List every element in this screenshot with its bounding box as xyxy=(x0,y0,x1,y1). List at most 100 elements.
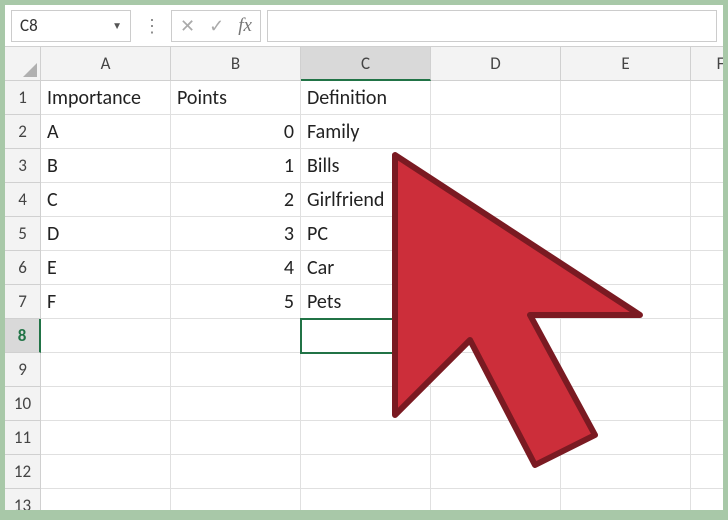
col-header-B[interactable]: B xyxy=(171,47,301,81)
row-header[interactable]: 13 xyxy=(5,489,41,510)
cell-C13[interactable] xyxy=(301,489,431,510)
cell-F5[interactable] xyxy=(691,217,723,251)
cell-E3[interactable] xyxy=(561,149,691,183)
cell-A1[interactable]: Importance xyxy=(41,81,171,115)
cell-F4[interactable] xyxy=(691,183,723,217)
cell-F9[interactable] xyxy=(691,353,723,387)
name-box[interactable]: C8 ▼ xyxy=(11,10,131,42)
row-header[interactable]: 9 xyxy=(5,353,41,387)
fx-icon[interactable]: fx xyxy=(238,15,252,37)
cell-E8[interactable] xyxy=(561,319,691,353)
cell-D4[interactable] xyxy=(431,183,561,217)
select-all-corner[interactable] xyxy=(5,47,41,81)
cell-D13[interactable] xyxy=(431,489,561,510)
cell-B8[interactable] xyxy=(171,319,301,353)
row-header[interactable]: 10 xyxy=(5,387,41,421)
cell-E2[interactable] xyxy=(561,115,691,149)
cell-E4[interactable] xyxy=(561,183,691,217)
cell-D11[interactable] xyxy=(431,421,561,455)
row-header[interactable]: 8 xyxy=(5,319,41,353)
cell-F2[interactable] xyxy=(691,115,723,149)
cell-B7[interactable]: 5 xyxy=(171,285,301,319)
cell-B5[interactable]: 3 xyxy=(171,217,301,251)
cell-F3[interactable] xyxy=(691,149,723,183)
col-header-D[interactable]: D xyxy=(431,47,561,81)
cell-D8[interactable] xyxy=(431,319,561,353)
cell-C9[interactable] xyxy=(301,353,431,387)
cell-F6[interactable] xyxy=(691,251,723,285)
cell-D9[interactable] xyxy=(431,353,561,387)
cell-D3[interactable] xyxy=(431,149,561,183)
cell-E9[interactable] xyxy=(561,353,691,387)
cell-C7[interactable]: Pets xyxy=(301,285,431,319)
row-header[interactable]: 3 xyxy=(5,149,41,183)
col-header-A[interactable]: A xyxy=(41,47,171,81)
cell-F10[interactable] xyxy=(691,387,723,421)
formula-input[interactable] xyxy=(267,10,717,42)
cell-D2[interactable] xyxy=(431,115,561,149)
cell-F1[interactable] xyxy=(691,81,723,115)
cell-C1[interactable]: Definition xyxy=(301,81,431,115)
cell-D10[interactable] xyxy=(431,387,561,421)
row-header[interactable]: 4 xyxy=(5,183,41,217)
cell-E13[interactable] xyxy=(561,489,691,510)
cell-C12[interactable] xyxy=(301,455,431,489)
row-header[interactable]: 1 xyxy=(5,81,41,115)
cell-B13[interactable] xyxy=(171,489,301,510)
cell-F12[interactable] xyxy=(691,455,723,489)
cell-A13[interactable] xyxy=(41,489,171,510)
cell-F13[interactable] xyxy=(691,489,723,510)
cell-B4[interactable]: 2 xyxy=(171,183,301,217)
row-header[interactable]: 7 xyxy=(5,285,41,319)
cell-C4[interactable]: Girlfriend xyxy=(301,183,431,217)
cell-D6[interactable] xyxy=(431,251,561,285)
cancel-icon[interactable]: ✕ xyxy=(180,15,195,37)
row-header[interactable]: 12 xyxy=(5,455,41,489)
row-header[interactable]: 11 xyxy=(5,421,41,455)
cell-B1[interactable]: Points xyxy=(171,81,301,115)
cell-A10[interactable] xyxy=(41,387,171,421)
cell-B3[interactable]: 1 xyxy=(171,149,301,183)
cell-A2[interactable]: A xyxy=(41,115,171,149)
cell-A9[interactable] xyxy=(41,353,171,387)
cell-D5[interactable] xyxy=(431,217,561,251)
cell-B6[interactable]: 4 xyxy=(171,251,301,285)
cell-B12[interactable] xyxy=(171,455,301,489)
cell-B9[interactable] xyxy=(171,353,301,387)
cell-C6[interactable]: Car xyxy=(301,251,431,285)
cell-A3[interactable]: B xyxy=(41,149,171,183)
cell-A8[interactable] xyxy=(41,319,171,353)
cell-F8[interactable] xyxy=(691,319,723,353)
cell-E6[interactable] xyxy=(561,251,691,285)
col-header-C[interactable]: C xyxy=(301,47,431,81)
col-header-F[interactable]: F xyxy=(691,47,723,81)
cell-D12[interactable] xyxy=(431,455,561,489)
cell-B10[interactable] xyxy=(171,387,301,421)
cell-C2[interactable]: Family xyxy=(301,115,431,149)
cell-E1[interactable] xyxy=(561,81,691,115)
cell-D7[interactable] xyxy=(431,285,561,319)
cell-B11[interactable] xyxy=(171,421,301,455)
cell-E12[interactable] xyxy=(561,455,691,489)
row-header[interactable]: 6 xyxy=(5,251,41,285)
cell-C11[interactable] xyxy=(301,421,431,455)
cell-E11[interactable] xyxy=(561,421,691,455)
cell-B2[interactable]: 0 xyxy=(171,115,301,149)
row-header[interactable]: 5 xyxy=(5,217,41,251)
cell-F11[interactable] xyxy=(691,421,723,455)
cell-A12[interactable] xyxy=(41,455,171,489)
cell-E10[interactable] xyxy=(561,387,691,421)
cell-A11[interactable] xyxy=(41,421,171,455)
cell-C8[interactable] xyxy=(301,319,431,353)
cell-E5[interactable] xyxy=(561,217,691,251)
cell-A4[interactable]: C xyxy=(41,183,171,217)
cell-F7[interactable] xyxy=(691,285,723,319)
cell-A5[interactable]: D xyxy=(41,217,171,251)
cell-E7[interactable] xyxy=(561,285,691,319)
cell-A6[interactable]: E xyxy=(41,251,171,285)
cell-C3[interactable]: Bills xyxy=(301,149,431,183)
confirm-icon[interactable]: ✓ xyxy=(209,15,224,37)
cell-A7[interactable]: F xyxy=(41,285,171,319)
cell-C5[interactable]: PC xyxy=(301,217,431,251)
col-header-E[interactable]: E xyxy=(561,47,691,81)
